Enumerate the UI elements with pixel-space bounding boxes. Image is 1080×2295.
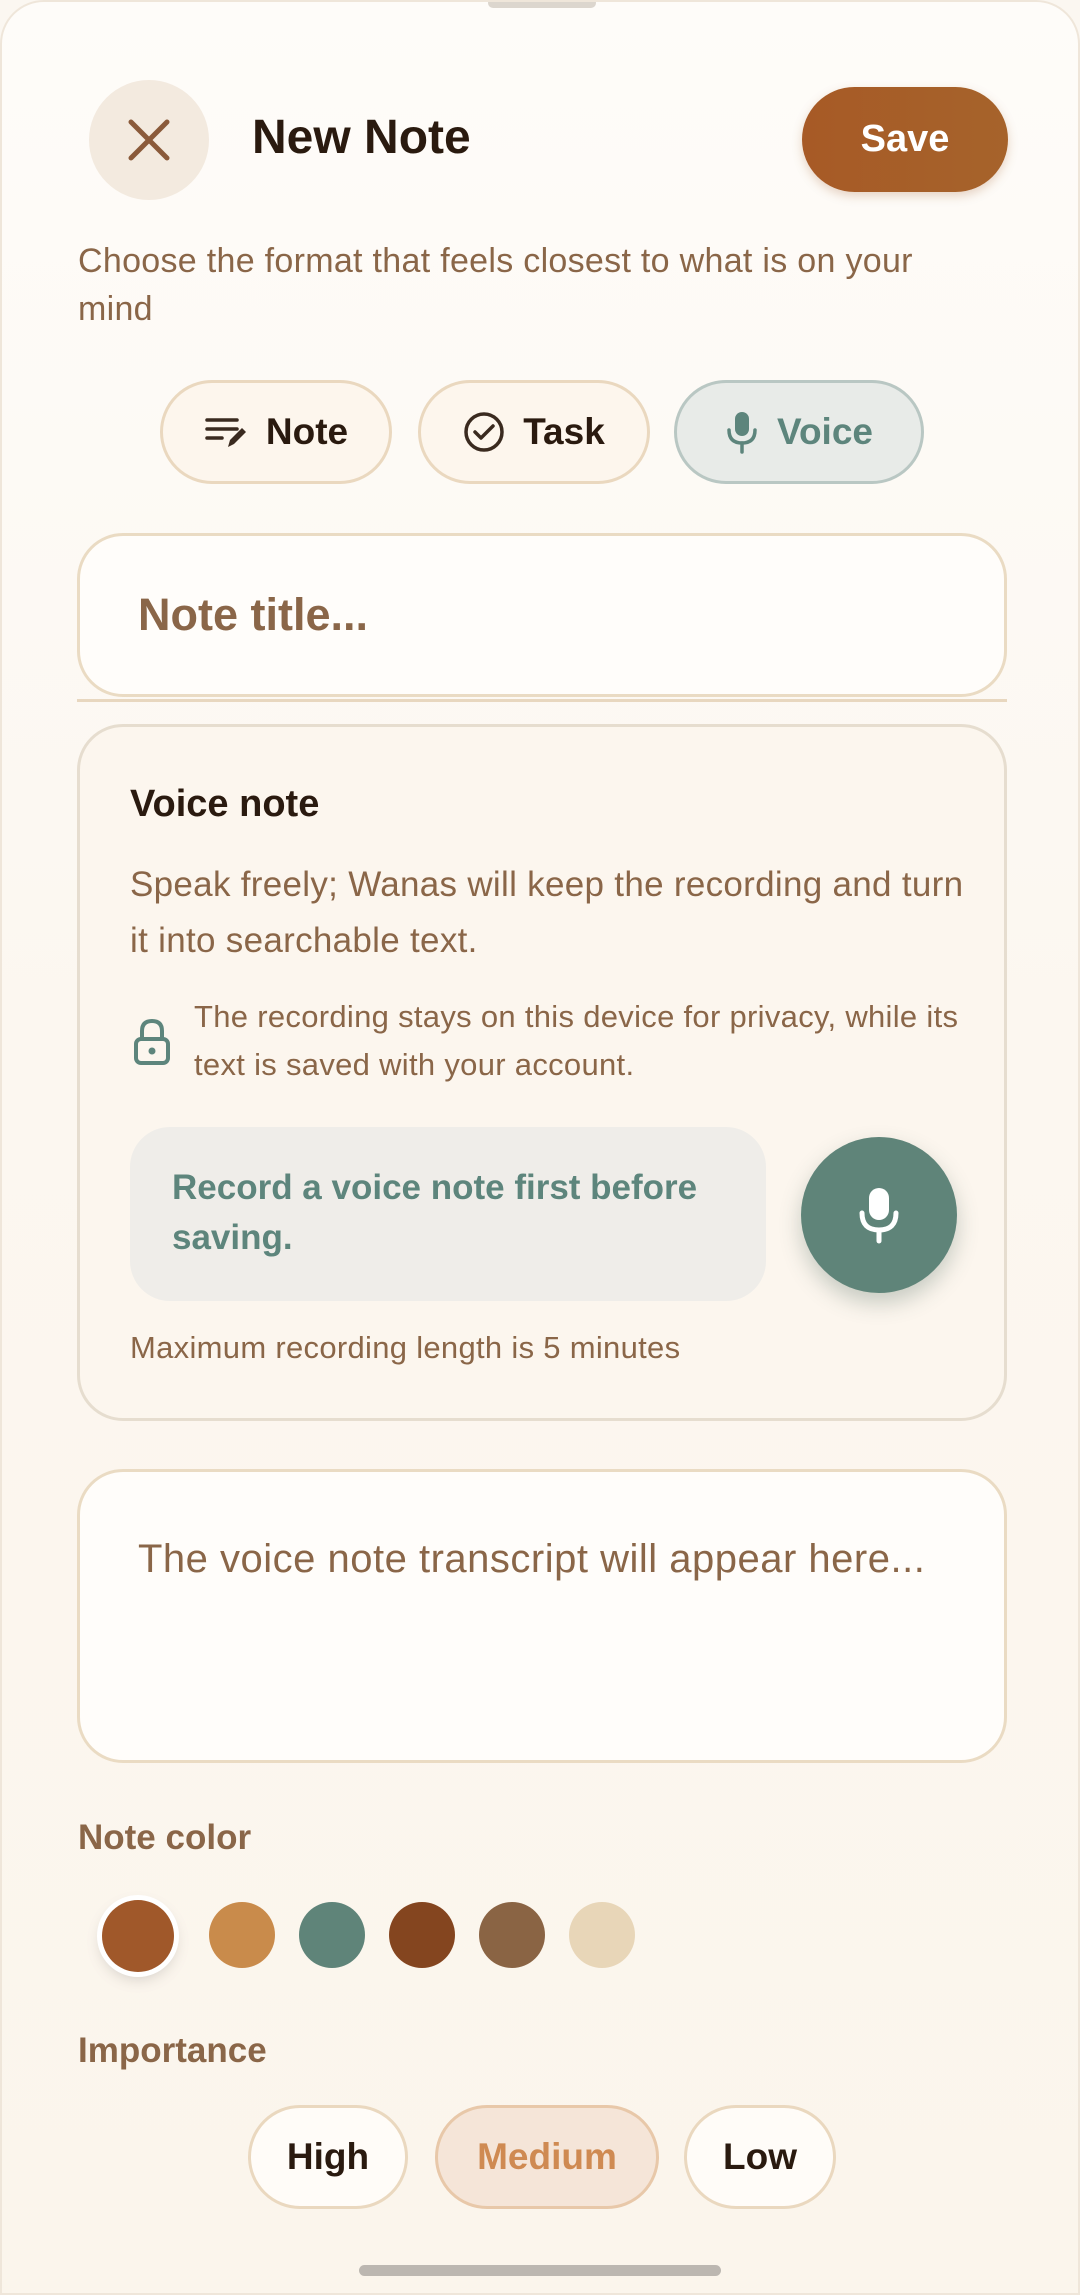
close-icon <box>128 119 170 161</box>
recording-limit-text: Maximum recording length is 5 minutes <box>130 1330 681 1365</box>
type-task-button[interactable]: Task <box>418 380 650 484</box>
type-voice-label: Voice <box>777 411 873 452</box>
transcript-textarea[interactable]: The voice note transcript will appear he… <box>77 1469 1007 1763</box>
voice-card-title: Voice note <box>130 783 320 825</box>
importance-high-button[interactable]: High <box>248 2105 408 2209</box>
record-button[interactable] <box>801 1137 957 1293</box>
color-swatch[interactable] <box>299 1902 365 1968</box>
note-title-input[interactable]: Note title... <box>77 533 1007 697</box>
page-title: New Note <box>252 111 471 164</box>
note-type-selector: Note Task Voice <box>2 380 1078 484</box>
microphone-icon <box>859 1188 899 1244</box>
sheet-grabber[interactable] <box>488 2 596 8</box>
record-hint: Record a voice note first before saving. <box>130 1127 766 1301</box>
color-swatch[interactable] <box>102 1900 174 1972</box>
note-title-placeholder: Note title... <box>138 589 369 640</box>
voice-note-card: Voice note Speak freely; Wanas will keep… <box>77 724 1007 1421</box>
microphone-icon <box>727 412 757 454</box>
color-swatch[interactable] <box>479 1902 545 1968</box>
note-color-label: Note color <box>78 1818 252 1857</box>
save-button[interactable]: Save <box>802 87 1008 192</box>
page-subtitle: Choose the format that feels closest to … <box>78 242 913 328</box>
title-divider <box>77 699 1007 702</box>
note-lines-icon <box>205 418 246 447</box>
importance-low-button[interactable]: Low <box>684 2105 836 2209</box>
lock-icon <box>134 1018 170 1065</box>
type-note-label: Note <box>265 411 349 452</box>
transcript-placeholder: The voice note transcript will appear he… <box>138 1537 926 1581</box>
color-swatch[interactable] <box>209 1902 275 1968</box>
color-swatch[interactable] <box>389 1902 455 1968</box>
type-voice-button[interactable]: Voice <box>674 380 924 484</box>
importance-label: Importance <box>78 2031 267 2070</box>
privacy-note: The recording stays on this device for p… <box>194 999 959 1082</box>
home-indicator <box>359 2265 721 2276</box>
importance-medium-button[interactable]: Medium <box>435 2105 659 2209</box>
close-button[interactable] <box>89 80 209 200</box>
check-circle-icon <box>464 412 504 452</box>
type-task-label: Task <box>523 411 605 452</box>
new-note-sheet: New Note Save Choose the format that fee… <box>0 0 1080 2295</box>
color-swatch[interactable] <box>569 1902 635 1968</box>
type-note-button[interactable]: Note <box>160 380 392 484</box>
voice-card-description: Speak freely; Wanas will keep the record… <box>130 865 964 960</box>
